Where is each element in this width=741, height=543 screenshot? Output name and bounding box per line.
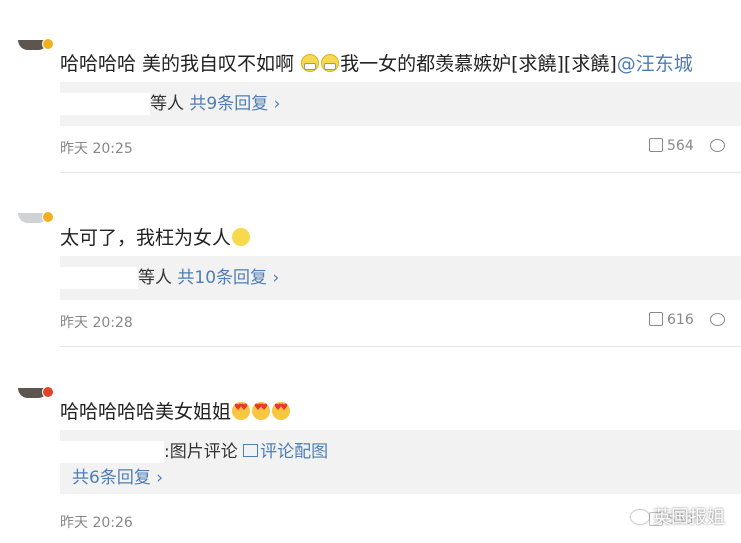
heart-eyes-emoji-icon: [272, 402, 291, 420]
reply-summary: :图片评论 评论配图 共6条回复 ›: [60, 430, 741, 494]
divider: [60, 172, 741, 173]
chevron-right-icon: ›: [268, 94, 281, 114]
redacted-username: [60, 441, 164, 463]
view-replies-link[interactable]: 共10条回复 ›: [177, 268, 279, 288]
view-replies-link[interactable]: 共6条回复 ›: [72, 466, 163, 490]
comment-bubble-icon[interactable]: [710, 139, 725, 152]
redacted-username: [60, 267, 138, 289]
chevron-right-icon: ›: [150, 468, 164, 488]
timestamp: 昨天 20:25: [60, 141, 133, 157]
timestamp: 昨天 20:26: [60, 515, 133, 531]
chevron-right-icon: ›: [267, 268, 280, 288]
avatar[interactable]: [18, 211, 54, 223]
reply-summary: 等人 共10条回复 ›: [60, 256, 741, 300]
like-button[interactable]: 616: [649, 312, 694, 328]
redacted-username: [60, 93, 150, 115]
grin-emoji-icon: [321, 54, 340, 72]
like-count: 616: [667, 312, 694, 328]
reply-summary: 等人 共9条回复 ›: [60, 82, 741, 126]
verified-badge-icon: [42, 38, 54, 50]
watermark: 英国报姐: [631, 503, 725, 529]
verified-badge-icon: [42, 386, 54, 398]
grin-emoji-icon: [301, 54, 320, 72]
image-icon: [243, 444, 259, 457]
view-replies-link[interactable]: 共9条回复 ›: [189, 94, 280, 114]
comment-text: 哈哈哈哈 美的我自叹不如啊 我一女的都羡慕嫉妒[求饒][求饒]@汪东城: [60, 53, 693, 75]
comment-bubble-icon[interactable]: [710, 313, 725, 326]
divider: [60, 346, 741, 347]
comment-text: 哈哈哈哈哈美女姐姐: [60, 397, 291, 424]
wechat-icon: [631, 510, 649, 524]
thumbs-up-icon: [649, 138, 663, 152]
like-button[interactable]: 564: [649, 138, 694, 154]
comment-text: 太可了，我枉为女人: [60, 223, 251, 250]
sweat-emoji-icon: [232, 228, 251, 246]
heart-eyes-emoji-icon: [252, 402, 271, 420]
like-count: 564: [667, 138, 694, 154]
avatar[interactable]: [18, 38, 54, 50]
verified-badge-icon: [42, 211, 54, 223]
comment-image-link[interactable]: 评论配图: [243, 442, 328, 462]
avatar[interactable]: [18, 386, 54, 398]
timestamp: 昨天 20:28: [60, 315, 133, 331]
heart-eyes-emoji-icon: [232, 402, 251, 420]
mention-link[interactable]: @汪东城: [617, 53, 693, 75]
thumbs-up-icon: [649, 312, 663, 326]
